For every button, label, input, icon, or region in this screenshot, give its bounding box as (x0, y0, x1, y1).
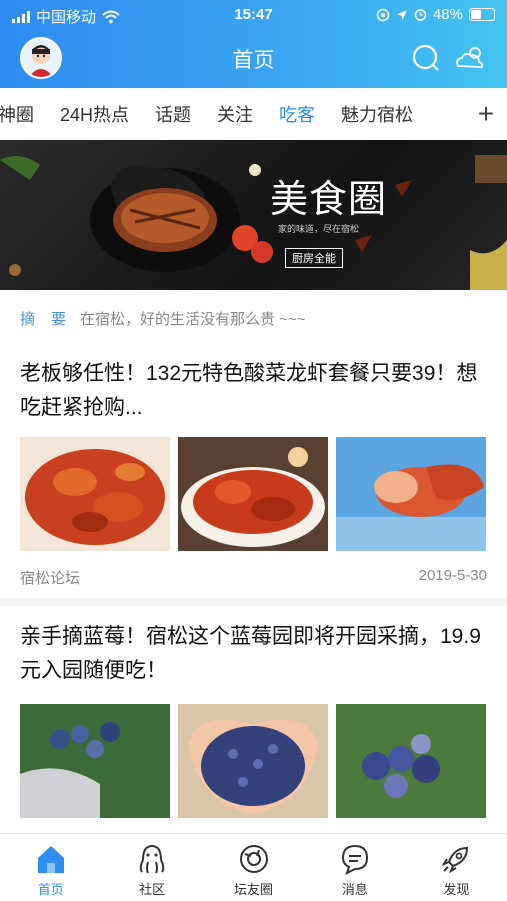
add-tab-button[interactable]: + (465, 88, 507, 140)
nav-bar: 首页 (0, 30, 507, 88)
chat-bubble-icon (341, 844, 368, 875)
tab-topics[interactable]: 话题 (155, 101, 191, 127)
article-source: 宿松论坛 (20, 570, 81, 587)
banner[interactable]: 美食圈 家的味道，尽在宿松 厨房全能 (0, 140, 507, 290)
bottom-nav-friends-circle[interactable]: 坛友圈 (203, 834, 304, 901)
tab-foodie[interactable]: 吃客 (279, 101, 315, 127)
bottom-nav-label: 发现 (443, 882, 470, 897)
article-thumbnails (20, 437, 486, 551)
article-title[interactable]: 亲手摘蓝莓！宿松这个蓝莓园即将开园采摘，19.9元入园随便吃！ (20, 620, 490, 688)
tab-shenquan[interactable]: 神圈 (0, 101, 34, 127)
article-card[interactable]: 老板够任性！132元特色酸菜龙虾套餐只要39！想吃赶紧抢购... 宿松论坛 20… (0, 345, 507, 605)
article-meta: 宿松论坛 2019-5-30 (20, 567, 487, 588)
article-date: 2019-5-30 (418, 567, 487, 584)
lock-rotation-icon (376, 8, 390, 21)
bottom-nav-discover[interactable]: 发现 (406, 834, 507, 901)
location-icon (396, 9, 407, 20)
home-icon (37, 846, 64, 873)
banner-food-illustration (0, 155, 507, 290)
summary-text: 在宿松，好的生活没有那么贵 ~~~ (80, 311, 306, 328)
crayfish-image-1[interactable] (20, 437, 170, 551)
bottom-nav-label: 坛友圈 (234, 882, 274, 897)
bottom-nav-label: 社区 (139, 882, 166, 897)
crayfish-image-3[interactable] (336, 437, 486, 551)
search-icon[interactable] (410, 42, 442, 74)
article-card[interactable]: 亲手摘蓝莓！宿松这个蓝莓园即将开园采摘，19.9元入园随便吃！ (0, 606, 507, 833)
app-header: 中国移动 15:47 48% 首页 (0, 0, 507, 88)
summary-row: 摘 要 在宿松，好的生活没有那么贵 ~~~ (0, 290, 507, 345)
banner-tag: 厨房全能 (285, 248, 343, 268)
camera-lens-icon (239, 845, 268, 873)
bottom-nav: 首页 社区 坛友圈 消息 发现 (0, 833, 507, 901)
crayfish-image-2[interactable] (178, 437, 328, 551)
tab-charming-susong[interactable]: 魅力宿松 (341, 101, 413, 127)
battery-icon (469, 8, 495, 21)
blueberry-image-3[interactable] (336, 704, 486, 818)
banner-subtitle: 家的味道，尽在宿松 (278, 224, 360, 234)
weather-icon[interactable] (452, 42, 488, 74)
bottom-nav-community[interactable]: 社区 (101, 834, 202, 901)
status-right: 48% (376, 6, 495, 23)
tab-24h-hot[interactable]: 24H热点 (60, 101, 129, 127)
battery-percent: 48% (432, 6, 463, 23)
article-thumbnails (20, 704, 486, 818)
rocket-icon (441, 846, 469, 874)
bottom-nav-messages[interactable]: 消息 (304, 834, 405, 901)
octopus-icon (139, 844, 165, 874)
blueberry-image-2[interactable] (178, 704, 328, 818)
blueberry-image-1[interactable] (20, 704, 170, 818)
summary-label: 摘 要 (20, 311, 73, 328)
category-tabs: 神圈 24H热点 话题 关注 吃客 魅力宿松 + (0, 88, 507, 140)
article-title[interactable]: 老板够任性！132元特色酸菜龙虾套餐只要39！想吃赶紧抢购... (20, 357, 490, 425)
alarm-icon (414, 9, 427, 21)
tab-following[interactable]: 关注 (217, 101, 253, 127)
divider (0, 598, 507, 606)
bottom-nav-home[interactable]: 首页 (0, 834, 101, 901)
bottom-nav-label: 消息 (341, 882, 368, 897)
banner-title: 美食圈 (270, 177, 388, 221)
bottom-nav-label: 首页 (37, 882, 64, 897)
status-bar: 中国移动 15:47 48% (0, 0, 507, 30)
